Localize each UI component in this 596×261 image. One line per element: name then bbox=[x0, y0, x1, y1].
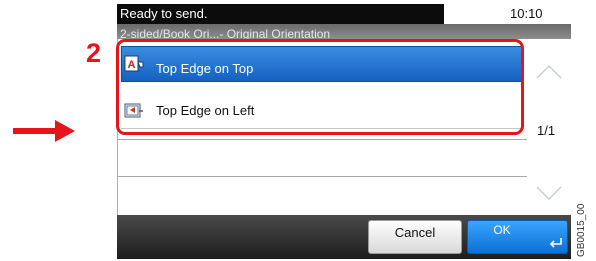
list-divider bbox=[117, 139, 527, 140]
scroll-down-button[interactable] bbox=[527, 175, 571, 209]
status-time: 10:10 bbox=[510, 6, 543, 21]
step-number: 2 bbox=[86, 38, 102, 68]
scroll-up-button[interactable] bbox=[527, 56, 571, 90]
svg-text:GB0015_00: GB0015_00 bbox=[576, 203, 587, 257]
highlight-outline bbox=[116, 39, 524, 135]
list-divider bbox=[117, 176, 527, 177]
status-time-area bbox=[444, 4, 571, 24]
page-indicator: 1/1 bbox=[537, 123, 556, 138]
cancel-label: Cancel bbox=[394, 225, 436, 240]
ok-label: OK bbox=[493, 223, 511, 237]
arrow-right-icon bbox=[13, 120, 75, 142]
figure-code: GB0015_00 bbox=[576, 203, 587, 257]
status-message: Ready to send. bbox=[120, 6, 208, 21]
enter-icon bbox=[549, 238, 562, 248]
